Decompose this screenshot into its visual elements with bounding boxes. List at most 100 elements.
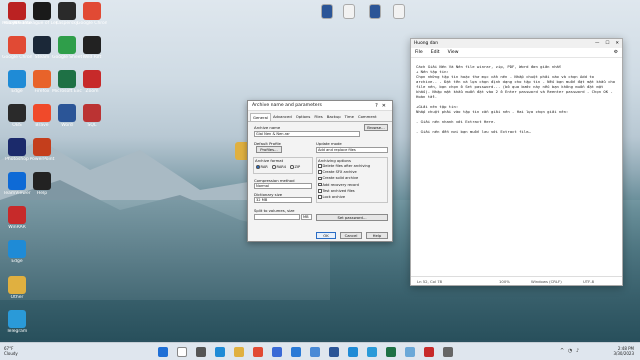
desktop-icon-label: Help — [36, 191, 48, 196]
tab-time[interactable]: Time — [343, 113, 356, 121]
desktop-icon[interactable]: PowerPoint — [27, 138, 57, 162]
update-mode-label: Update mode — [316, 141, 342, 146]
desktop-icon-label: Wild Rift — [82, 55, 102, 60]
archive-name-input[interactable]: Giai Nen & Nen.rar — [254, 131, 360, 137]
desktop-icon[interactable]: WinRAR — [2, 206, 32, 230]
help-icon[interactable]: ? — [373, 103, 380, 109]
app-icon — [33, 2, 51, 20]
app-icon — [8, 2, 26, 20]
taskbar-telegram-icon[interactable] — [367, 347, 377, 357]
file-icon — [393, 4, 405, 19]
set-password-button[interactable]: Set password... — [316, 214, 388, 221]
taskbar-zalo-icon[interactable] — [348, 347, 358, 357]
tab-options[interactable]: Options — [294, 113, 313, 121]
desktop-icon[interactable]: SQL — [77, 104, 107, 128]
app-icon — [8, 138, 26, 156]
desktop-icon-label: Mobile Gamer — [2, 21, 32, 26]
taskbar-start-icon[interactable] — [158, 347, 168, 357]
clock-date: 3/30/2023 — [613, 351, 634, 356]
file-icon — [321, 4, 333, 19]
app-icon — [33, 138, 51, 156]
tab-files[interactable]: Files — [312, 113, 324, 121]
status-eol: Windows (CRLF) — [531, 278, 562, 284]
app-icon — [58, 2, 76, 20]
archiving-option-checkbox[interactable]: Delete files after archiving — [318, 164, 370, 168]
tab-advanced[interactable]: Advanced — [271, 113, 294, 121]
dialog-tabs: General Advanced Options Files Backup Time Com… — [248, 111, 392, 122]
notepad-text-area[interactable]: Cách Giải Nén Và Nén file winrar, zip, P… — [411, 58, 622, 140]
notepad-title: Huong dan — [414, 41, 438, 46]
app-icon — [33, 70, 51, 88]
taskbar-winrar-icon[interactable] — [424, 347, 434, 357]
dictionary-select[interactable]: 32 MB — [254, 197, 312, 203]
desktop-icon-label: PowerPoint — [29, 157, 55, 162]
desktop-icon[interactable]: Edge — [2, 240, 32, 264]
format-rar-radio[interactable]: RAR — [256, 165, 268, 169]
app-icon — [58, 104, 76, 122]
status-zoom: 100% — [499, 278, 510, 284]
taskbar-mail-icon[interactable] — [291, 347, 301, 357]
status-position: Ln 52, Col 78 — [417, 278, 443, 284]
taskbar-edge-icon[interactable] — [215, 347, 225, 357]
help-button[interactable]: Help — [366, 232, 388, 239]
dialog-titlebar: Archive name and parameters ? ✕ — [248, 101, 392, 111]
desktop-icon[interactable]: Wild Rift — [77, 36, 107, 60]
app-icon — [33, 172, 51, 190]
archiving-option-checkbox[interactable]: Create solid archive — [318, 176, 358, 180]
app-icon — [8, 240, 26, 258]
desktop-icon[interactable]: Telegram — [2, 310, 32, 334]
close-icon[interactable]: ✕ — [380, 103, 388, 109]
desktop-icon[interactable]: Google Chrome — [77, 2, 107, 26]
taskbar-photos-icon[interactable] — [310, 347, 320, 357]
menu-view[interactable]: View — [448, 50, 459, 55]
taskbar-chrome-icon[interactable] — [253, 347, 263, 357]
taskbar-store-icon[interactable] — [272, 347, 282, 357]
file-icon — [343, 4, 355, 19]
notepad-line: - Giải nén đến nơi bạn muốn lưu với Extr… — [416, 129, 531, 134]
app-icon — [8, 36, 26, 54]
archiving-option-checkbox[interactable]: Add recovery record — [318, 183, 359, 187]
desktop-icon[interactable]: Zoom — [77, 70, 107, 94]
wifi-icon[interactable]: ◔ — [568, 348, 572, 354]
profiles-button[interactable]: Profiles... — [256, 146, 282, 153]
taskbar-settings-icon[interactable] — [443, 347, 453, 357]
taskbar-notepad-icon[interactable] — [405, 347, 415, 357]
desktop-icon[interactable]: Other — [2, 276, 32, 300]
volume-icon[interactable]: ♪ — [576, 348, 579, 354]
format-zip-radio[interactable]: ZIP — [290, 165, 300, 169]
clock[interactable]: 2:48 PM 3/30/2023 — [613, 346, 634, 356]
chevron-up-icon[interactable]: ^ — [560, 348, 564, 354]
settings-icon[interactable]: ⚙ — [614, 50, 618, 55]
format-rar4-radio[interactable]: RAR4 — [272, 165, 286, 169]
update-mode-select[interactable]: Add and replace files — [316, 147, 388, 153]
archive-format-label: Archive format — [255, 158, 284, 163]
tab-comment[interactable]: Comment — [356, 113, 379, 121]
maximize-icon[interactable]: ☐ — [605, 41, 609, 46]
cancel-button[interactable]: Cancel — [340, 232, 362, 239]
taskbar-task-view-icon[interactable] — [196, 347, 206, 357]
taskbar-search-icon[interactable] — [177, 347, 187, 357]
app-icon — [83, 36, 101, 54]
taskbar-file-explorer-icon[interactable] — [234, 347, 244, 357]
menu-edit[interactable]: Edit — [431, 50, 440, 55]
split-unit-select[interactable]: MB — [301, 214, 312, 220]
archiving-option-checkbox[interactable]: Lock archive — [318, 195, 345, 199]
app-icon — [58, 70, 76, 88]
desktop-icon[interactable]: Mobile Gamer — [2, 2, 32, 26]
minimize-icon[interactable]: — — [595, 41, 599, 46]
taskbar-word-icon[interactable] — [329, 347, 339, 357]
split-input[interactable] — [254, 214, 300, 220]
compression-select[interactable]: Normal — [254, 183, 312, 189]
ok-button[interactable]: OK — [316, 232, 336, 239]
taskbar-excel-icon[interactable] — [386, 347, 396, 357]
close-icon[interactable]: ✕ — [615, 41, 619, 46]
archiving-option-checkbox[interactable]: Create SFX archive — [318, 170, 357, 174]
tab-general[interactable]: General — [250, 113, 271, 121]
tab-backup[interactable]: Backup — [325, 113, 343, 121]
menu-file[interactable]: File — [415, 50, 423, 55]
weather-widget[interactable]: 67°F Cloudy — [4, 346, 18, 356]
desktop-icon[interactable]: Help — [27, 172, 57, 196]
archiving-option-checkbox[interactable]: Test archived files — [318, 189, 355, 193]
desktop-file[interactable] — [384, 4, 414, 19]
browse-button[interactable]: Browse... — [364, 124, 388, 131]
